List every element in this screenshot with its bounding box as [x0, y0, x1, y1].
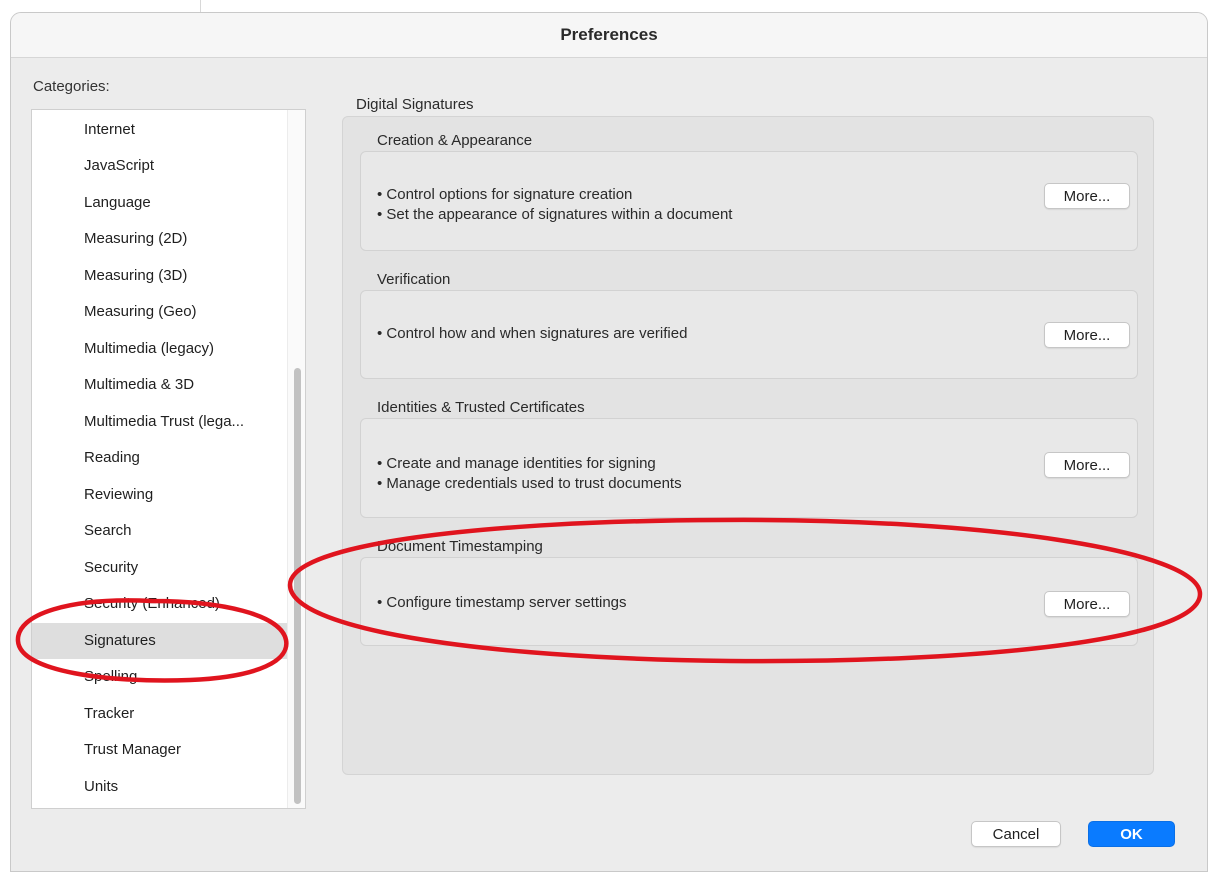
dialog-title: Preferences — [11, 13, 1207, 58]
more-button-verification[interactable]: More... — [1044, 322, 1130, 348]
bullet-text: • Create and manage identities for signi… — [377, 455, 656, 472]
category-search[interactable]: Search — [32, 513, 290, 549]
group-identities: • Create and manage identities for signi… — [360, 418, 1138, 518]
category-multimedia-legacy[interactable]: Multimedia (legacy) — [32, 331, 290, 367]
ok-button[interactable]: OK — [1088, 821, 1175, 847]
group-creation-appearance: • Control options for signature creation… — [360, 151, 1138, 251]
group-title-verification: Verification — [377, 271, 451, 288]
group-title-timestamping: Document Timestamping — [377, 538, 543, 555]
category-language[interactable]: Language — [32, 185, 290, 221]
category-javascript[interactable]: JavaScript — [32, 148, 290, 184]
bullet-text: • Control how and when signatures are ve… — [377, 325, 688, 342]
category-signatures[interactable]: Signatures — [32, 623, 290, 659]
category-reviewing[interactable]: Reviewing — [32, 477, 290, 513]
group-title-identities: Identities & Trusted Certificates — [377, 399, 585, 416]
more-button-identities[interactable]: More... — [1044, 452, 1130, 478]
bullet-text: • Configure timestamp server settings — [377, 594, 627, 611]
bullet-text: • Set the appearance of signatures withi… — [377, 206, 733, 223]
scrollbar-thumb[interactable] — [294, 368, 301, 804]
category-multimedia-trust[interactable]: Multimedia Trust (lega... — [32, 404, 290, 440]
background — [0, 0, 1208, 12]
bullet-text: • Manage credentials used to trust docum… — [377, 475, 682, 492]
group-title-creation: Creation & Appearance — [377, 132, 533, 149]
category-spelling[interactable]: Spelling — [32, 659, 290, 695]
category-reading[interactable]: Reading — [32, 440, 290, 476]
category-security-enhanced[interactable]: Security (Enhanced) — [32, 586, 290, 622]
section-title: Digital Signatures — [356, 96, 474, 113]
category-internet[interactable]: Internet — [32, 112, 290, 148]
group-timestamping: • Configure timestamp server settings Mo… — [360, 557, 1138, 646]
cancel-button[interactable]: Cancel — [971, 821, 1061, 847]
category-tracker[interactable]: Tracker — [32, 696, 290, 732]
categories-scrollbar[interactable] — [287, 110, 305, 808]
categories-label: Categories: — [33, 78, 110, 95]
category-measuring-2d[interactable]: Measuring (2D) — [32, 221, 290, 257]
more-button-timestamping[interactable]: More... — [1044, 591, 1130, 617]
bullet-text: • Control options for signature creation — [377, 186, 633, 203]
group-verification: • Control how and when signatures are ve… — [360, 290, 1138, 379]
category-security[interactable]: Security — [32, 550, 290, 586]
categories-list[interactable]: Internet JavaScript Language Measuring (… — [31, 109, 306, 809]
category-measuring-3d[interactable]: Measuring (3D) — [32, 258, 290, 294]
preferences-dialog: Preferences Categories: Internet JavaScr… — [10, 12, 1208, 872]
category-multimedia-3d[interactable]: Multimedia & 3D — [32, 367, 290, 403]
category-units[interactable]: Units — [32, 769, 290, 805]
more-button-creation[interactable]: More... — [1044, 183, 1130, 209]
category-measuring-geo[interactable]: Measuring (Geo) — [32, 294, 290, 330]
category-trust-manager[interactable]: Trust Manager — [32, 732, 290, 768]
